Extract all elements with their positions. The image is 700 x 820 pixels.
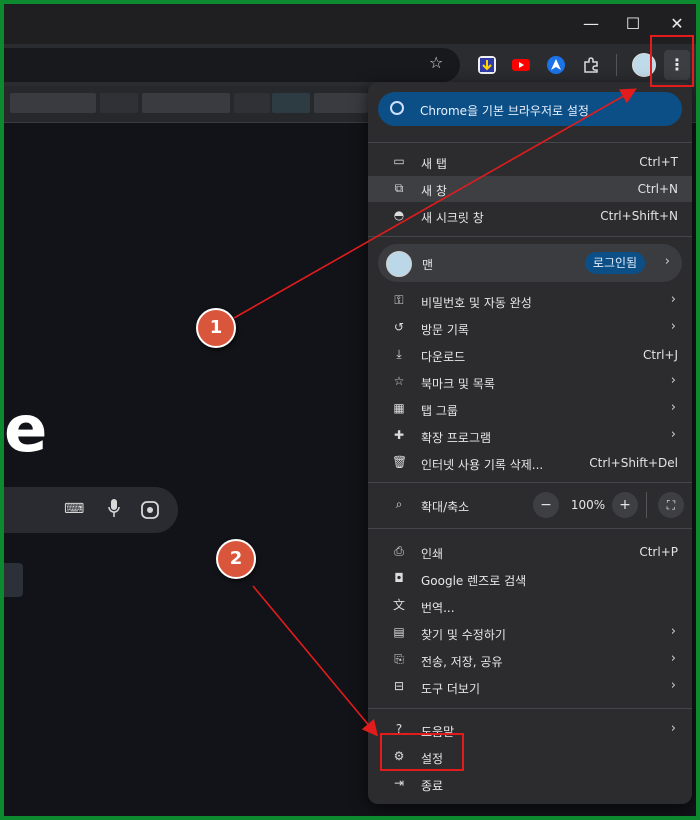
step-2-badge: 2 bbox=[216, 539, 256, 579]
annotation-arrows bbox=[233, 88, 637, 737]
arrow-to-settings bbox=[252, 585, 379, 737]
highlight-settings bbox=[380, 733, 464, 771]
highlight-menu-button bbox=[650, 35, 694, 87]
browser-window: — ☐ ✕ ☆ ⋮ e ⌨ Chrome을 기본 브라우저로 설정 ▭ 새 탭 … bbox=[4, 4, 696, 816]
step-1-badge: 1 bbox=[196, 308, 236, 348]
arrow-to-menu-button bbox=[233, 88, 637, 319]
